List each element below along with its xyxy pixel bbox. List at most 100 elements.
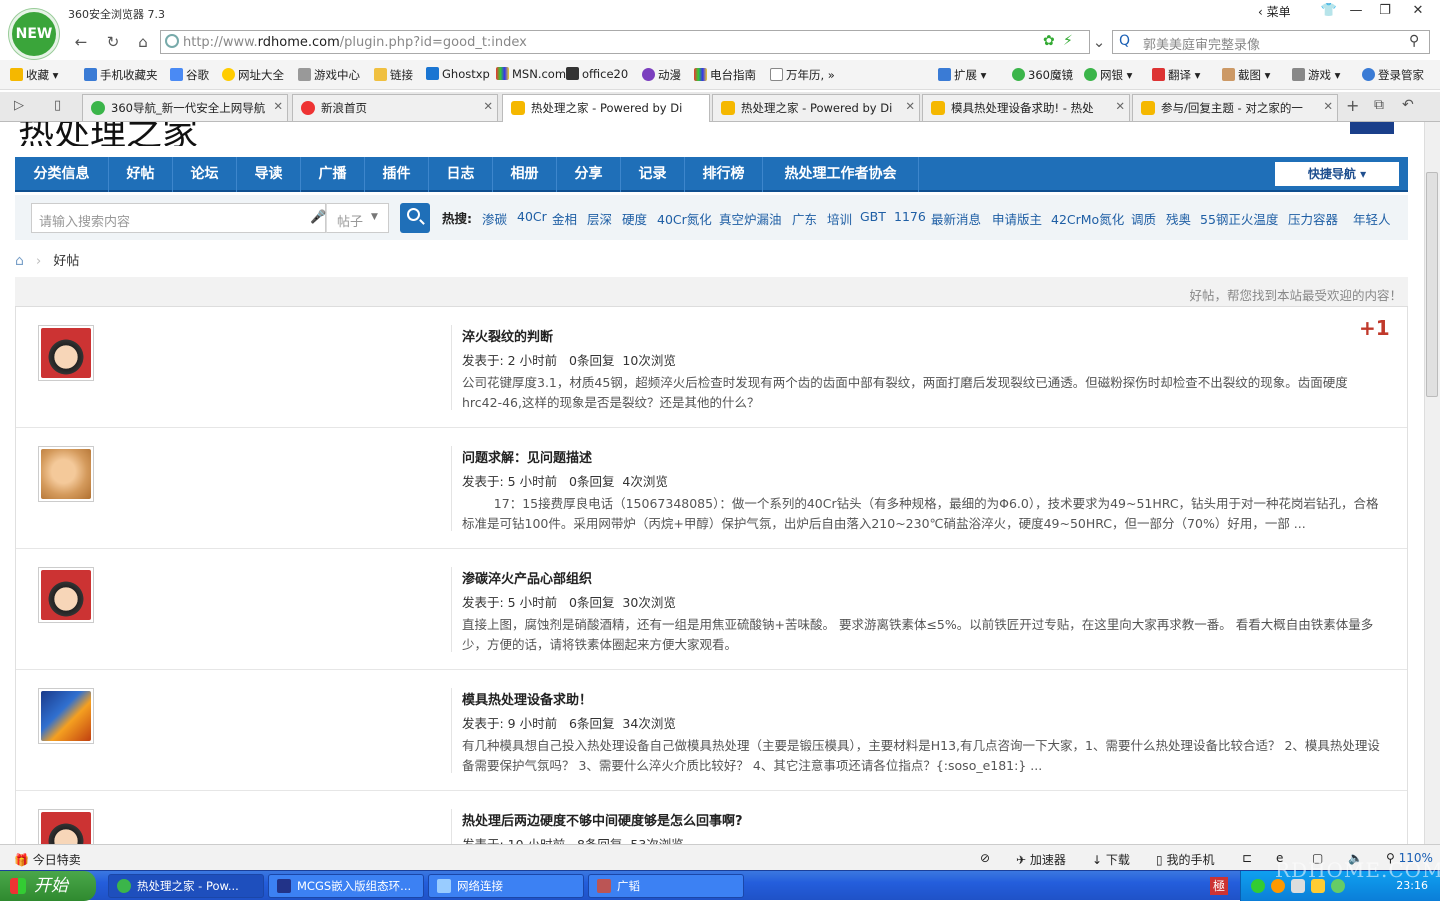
site-logo[interactable]: 热处理之家 bbox=[18, 122, 198, 146]
menu-button[interactable]: ‹ 菜单 bbox=[1258, 3, 1291, 20]
tab-sina[interactable]: 新浪首页 ✕ bbox=[292, 94, 498, 121]
avatar[interactable] bbox=[38, 809, 94, 844]
mobile-icon[interactable]: ▯ bbox=[54, 98, 61, 113]
nav-good-posts[interactable]: 好帖 bbox=[109, 157, 173, 192]
close-icon[interactable]: ✕ bbox=[273, 99, 283, 113]
tab-mold-help[interactable]: 模具热处理设备求助! - 热处 ✕ bbox=[922, 94, 1130, 121]
shirt-icon[interactable]: 👕 bbox=[1316, 2, 1342, 20]
post-title[interactable]: 热处理后两边硬度不够中间硬度够是怎么回事啊? bbox=[462, 810, 743, 829]
hot-link[interactable]: 1176 bbox=[894, 209, 926, 224]
hot-link[interactable]: 培训 bbox=[827, 209, 852, 228]
download-button[interactable]: ↓ 下载 bbox=[1092, 851, 1130, 868]
ext-mirror[interactable]: 360魔镜 bbox=[1012, 67, 1073, 83]
close-icon[interactable]: ✕ bbox=[1323, 99, 1333, 113]
fav-google[interactable]: 谷歌 bbox=[170, 67, 209, 83]
fav-sites[interactable]: 网址大全 bbox=[222, 67, 284, 83]
avatar[interactable] bbox=[38, 688, 94, 744]
start-button[interactable]: 开始 bbox=[0, 871, 96, 901]
fav-games[interactable]: 游戏中心 bbox=[298, 67, 360, 83]
fav-anime[interactable]: 动漫 bbox=[642, 67, 681, 83]
home-icon[interactable]: ⌂ bbox=[15, 253, 24, 269]
hot-link[interactable]: 42CrMo氮化 bbox=[1051, 209, 1124, 228]
hot-link[interactable]: 40Cr氮化 bbox=[657, 209, 712, 228]
avatar[interactable] bbox=[38, 325, 94, 381]
address-bar[interactable]: http://www.rdhome.com/plugin.php?id=good… bbox=[160, 30, 1090, 54]
tab-360nav[interactable]: 360导航_新一代安全上网导航 ✕ bbox=[82, 94, 288, 121]
nav-forum[interactable]: 论坛 bbox=[173, 157, 237, 192]
security-icon[interactable]: ✿ bbox=[1043, 33, 1055, 49]
hot-link[interactable]: 金相 bbox=[552, 209, 577, 228]
daily-deals[interactable]: 🎁 今日特卖 bbox=[14, 851, 81, 868]
search-icon[interactable]: ⚲ bbox=[1409, 33, 1419, 49]
new-tab-icon[interactable]: + bbox=[1346, 96, 1359, 115]
fav-links[interactable]: 链接 bbox=[374, 67, 413, 83]
undo-icon[interactable]: ↶ bbox=[1402, 97, 1414, 113]
ext-games[interactable]: 游戏 ▾ bbox=[1292, 67, 1340, 83]
fav-ghostxp[interactable]: Ghostxp bbox=[426, 67, 490, 81]
search-input[interactable]: Q 郭美美庭审完整录像 ⚲ bbox=[1112, 30, 1430, 54]
sidebar-toggle-icon[interactable]: ▷ bbox=[14, 98, 24, 113]
hot-link[interactable]: 最新消息 bbox=[931, 209, 981, 228]
nav-records[interactable]: 记录 bbox=[621, 157, 685, 192]
hot-link[interactable]: 真空炉漏油 bbox=[719, 209, 782, 228]
hot-link[interactable]: 40Cr bbox=[517, 209, 547, 224]
back-button[interactable]: ← bbox=[70, 32, 92, 52]
post-title[interactable]: 渗碳淬火产品心部组织 bbox=[462, 568, 592, 587]
new-badge-logo[interactable]: NEW bbox=[9, 9, 59, 59]
fav-mobile[interactable]: 手机收藏夹 bbox=[84, 67, 158, 83]
post-title[interactable]: 淬火裂纹的判断 bbox=[462, 326, 553, 345]
tab-rdhome-active[interactable]: 热处理之家 - Powered by Di bbox=[502, 94, 710, 122]
fav-collect[interactable]: 收藏 ▾ bbox=[10, 67, 58, 83]
avatar[interactable] bbox=[38, 567, 94, 623]
hot-link[interactable]: 55钢正火温度 bbox=[1200, 209, 1278, 228]
my-phone-button[interactable]: ▯ 我的手机 bbox=[1156, 851, 1214, 868]
tab-reply[interactable]: 参与/回复主题 - 对之家的一 ✕ bbox=[1132, 94, 1338, 121]
dropdown-icon[interactable]: ⌄ bbox=[1088, 32, 1110, 52]
task-mcgs[interactable]: MCGS嵌入版组态环... bbox=[268, 874, 424, 898]
ext-bank[interactable]: 网银 ▾ bbox=[1084, 67, 1132, 83]
hot-link[interactable]: 广东 bbox=[792, 209, 817, 228]
nav-guide[interactable]: 导读 bbox=[237, 157, 301, 192]
close-icon[interactable]: ✕ bbox=[905, 99, 915, 113]
home-button[interactable]: ⌂ bbox=[132, 32, 154, 52]
minimize-button[interactable]: — bbox=[1343, 2, 1369, 20]
fav-radio[interactable]: 电台指南 bbox=[694, 67, 756, 83]
hot-link[interactable]: 渗碳 bbox=[482, 209, 507, 228]
post-title[interactable]: 模具热处理设备求助！ bbox=[462, 689, 592, 708]
fav-msn[interactable]: MSN.com bbox=[496, 67, 566, 81]
nav-broadcast[interactable]: 广播 bbox=[301, 157, 365, 192]
close-button[interactable]: ✕ bbox=[1405, 2, 1431, 20]
fav-calendar[interactable]: 万年历, » bbox=[770, 67, 835, 83]
search-type-select[interactable]: 帖子 ▼ bbox=[326, 203, 389, 233]
refresh-button[interactable]: ↻ bbox=[102, 32, 124, 52]
hot-link[interactable]: 调质 bbox=[1131, 209, 1156, 228]
post-title[interactable]: 问题求解：见问题描述 bbox=[462, 447, 592, 466]
restore-tabs-icon[interactable]: ⧉ bbox=[1374, 97, 1384, 113]
nav-association[interactable]: 热处理工作者协会 bbox=[763, 157, 919, 192]
quick-nav-button[interactable]: 快捷导航 ▾ bbox=[1275, 162, 1399, 186]
task-network[interactable]: 网络连接 bbox=[428, 874, 584, 898]
nav-album[interactable]: 相册 bbox=[493, 157, 557, 192]
scrollbar-thumb[interactable] bbox=[1426, 172, 1438, 397]
ext-screenshot[interactable]: 截图 ▾ bbox=[1222, 67, 1270, 83]
avatar[interactable] bbox=[38, 446, 94, 502]
nav-ranking[interactable]: 排行榜 bbox=[685, 157, 763, 192]
compass-icon[interactable]: ⊘ bbox=[980, 851, 990, 865]
tray-360-icon[interactable] bbox=[1251, 879, 1265, 893]
ext-login[interactable]: 登录管家 bbox=[1362, 67, 1424, 83]
reader-icon[interactable]: ⊏ bbox=[1242, 851, 1252, 865]
task-guangtao[interactable]: 广韬 bbox=[588, 874, 744, 898]
nav-classified[interactable]: 分类信息 bbox=[15, 157, 109, 192]
lightning-icon[interactable]: ⚡ bbox=[1063, 33, 1073, 49]
site-search-button[interactable] bbox=[400, 203, 430, 233]
hot-link[interactable]: 硬度 bbox=[622, 209, 647, 228]
task-browser[interactable]: 热处理之家 - Pow... bbox=[108, 874, 264, 898]
microphone-icon[interactable]: 🎤 bbox=[310, 210, 326, 225]
ext-translate[interactable]: 翻译 ▾ bbox=[1152, 67, 1200, 83]
nav-plugins[interactable]: 插件 bbox=[365, 157, 429, 192]
nav-share[interactable]: 分享 bbox=[557, 157, 621, 192]
tab-rdhome-2[interactable]: 热处理之家 - Powered by Di ✕ bbox=[712, 94, 920, 121]
hot-link[interactable]: GBT bbox=[860, 209, 886, 224]
nav-blog[interactable]: 日志 bbox=[429, 157, 493, 192]
accelerator-button[interactable]: ✈ 加速器 bbox=[1016, 851, 1066, 868]
